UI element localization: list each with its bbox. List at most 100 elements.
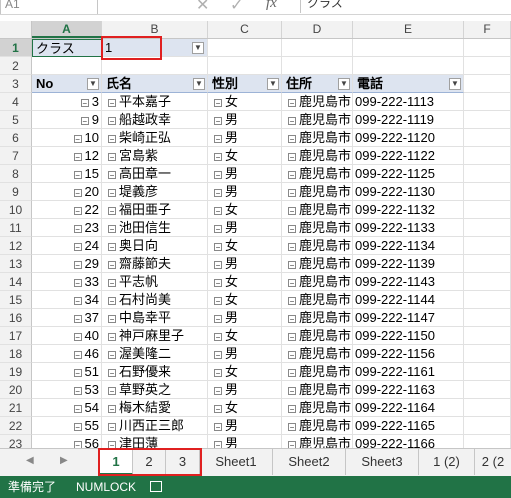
select-all-corner[interactable] xyxy=(0,21,32,38)
record-addr[interactable]: − 鹿児島市 xyxy=(282,309,353,327)
collapse-icon[interactable]: − xyxy=(73,224,82,233)
grid-cell[interactable] xyxy=(32,57,102,75)
record-sex[interactable]: − 女 xyxy=(208,291,282,309)
record-tel[interactable]: 099-222-1163 xyxy=(353,381,464,399)
record-name[interactable]: − 平志帆 xyxy=(102,273,208,291)
collapse-icon[interactable]: − xyxy=(73,260,82,269)
record-no[interactable]: −54 xyxy=(32,399,102,417)
collapse-icon[interactable]: − xyxy=(108,350,116,359)
dropdown-icon[interactable]: ▼ xyxy=(338,78,350,90)
record-name[interactable]: − 平本嘉子 xyxy=(102,93,208,111)
collapse-icon[interactable]: − xyxy=(108,386,116,395)
row-header[interactable]: 19 xyxy=(0,363,32,381)
collapse-icon[interactable]: − xyxy=(288,188,296,197)
row-header[interactable]: 2 xyxy=(0,57,32,75)
record-sex[interactable]: − 女 xyxy=(208,147,282,165)
record-name[interactable]: − 池田信生 xyxy=(102,219,208,237)
dropdown-icon[interactable]: ▼ xyxy=(267,78,279,90)
collapse-icon[interactable]: − xyxy=(214,134,222,143)
record-addr[interactable]: − 鹿児島市 xyxy=(282,219,353,237)
record-name[interactable]: − 渥美隆二 xyxy=(102,345,208,363)
collapse-icon[interactable]: − xyxy=(80,98,89,107)
record-sex[interactable]: − 男 xyxy=(208,345,282,363)
record-sex[interactable]: − 男 xyxy=(208,165,282,183)
collapse-icon[interactable]: − xyxy=(214,296,222,305)
record-addr[interactable]: − 鹿児島市 xyxy=(282,291,353,309)
column-header-a[interactable]: A xyxy=(32,21,102,38)
record-tel[interactable]: 099-222-1139 xyxy=(353,255,464,273)
collapse-icon[interactable]: − xyxy=(73,134,82,143)
record-no[interactable]: −20 xyxy=(32,183,102,201)
record-sex[interactable]: − 女 xyxy=(208,399,282,417)
grid-cell[interactable] xyxy=(464,129,511,147)
row-header[interactable]: 17 xyxy=(0,327,32,345)
grid-cell[interactable] xyxy=(464,219,511,237)
cancel-icon[interactable]: ✕ xyxy=(196,0,209,14)
record-no[interactable]: −53 xyxy=(32,381,102,399)
tab-2-copy[interactable]: 2 (2 xyxy=(475,449,511,475)
collapse-icon[interactable]: − xyxy=(288,116,296,125)
grid-cell[interactable] xyxy=(464,381,511,399)
collapse-icon[interactable]: − xyxy=(108,242,116,251)
record-tel[interactable]: 099-222-1144 xyxy=(353,291,464,309)
collapse-icon[interactable]: − xyxy=(288,134,296,143)
record-name[interactable]: − 齋藤節夫 xyxy=(102,255,208,273)
record-sex[interactable]: − 女 xyxy=(208,363,282,381)
record-addr[interactable]: − 鹿児島市 xyxy=(282,273,353,291)
collapse-icon[interactable]: − xyxy=(288,314,296,323)
record-addr[interactable]: − 鹿児島市 xyxy=(282,111,353,129)
grid-cell[interactable] xyxy=(464,57,511,75)
collapse-icon[interactable]: − xyxy=(288,152,296,161)
collapse-icon[interactable]: − xyxy=(288,296,296,305)
collapse-icon[interactable]: − xyxy=(288,170,296,179)
collapse-icon[interactable]: − xyxy=(214,422,222,431)
dropdown-icon[interactable]: ▼ xyxy=(193,78,205,90)
collapse-icon[interactable]: − xyxy=(73,152,82,161)
record-tel[interactable]: 099-222-1165 xyxy=(353,417,464,435)
collapse-icon[interactable]: − xyxy=(108,368,116,377)
collapse-icon[interactable]: − xyxy=(73,170,82,179)
record-addr[interactable]: − 鹿児島市 xyxy=(282,255,353,273)
record-sex[interactable]: − 男 xyxy=(208,183,282,201)
record-tel[interactable]: 099-222-1122 xyxy=(353,147,464,165)
formula-input[interactable]: クラス xyxy=(300,0,511,13)
row-header[interactable]: 13 xyxy=(0,255,32,273)
record-no[interactable]: −29 xyxy=(32,255,102,273)
record-addr[interactable]: − 鹿児島市 xyxy=(282,129,353,147)
record-tel[interactable]: 099-222-1161 xyxy=(353,363,464,381)
row-header[interactable]: 20 xyxy=(0,381,32,399)
record-addr[interactable]: − 鹿児島市 xyxy=(282,183,353,201)
row-header[interactable]: 15 xyxy=(0,291,32,309)
row-header[interactable]: 7 xyxy=(0,147,32,165)
record-name[interactable]: − 福田亜子 xyxy=(102,201,208,219)
record-name[interactable]: − 柴崎正弘 xyxy=(102,129,208,147)
grid-cell[interactable] xyxy=(464,273,511,291)
record-tel[interactable]: 099-222-1133 xyxy=(353,219,464,237)
collapse-icon[interactable]: − xyxy=(73,206,82,215)
tab-scroll-left-icon[interactable]: ◀ xyxy=(26,455,34,466)
record-name[interactable]: − 中島幸平 xyxy=(102,309,208,327)
filter-icon[interactable]: ▼ xyxy=(192,42,204,54)
grid-cell[interactable] xyxy=(464,75,511,93)
collapse-icon[interactable]: − xyxy=(214,98,222,107)
record-no[interactable]: −12 xyxy=(32,147,102,165)
collapse-icon[interactable]: − xyxy=(214,314,222,323)
record-tel[interactable]: 099-222-1164 xyxy=(353,399,464,417)
grid-cell[interactable] xyxy=(208,57,282,75)
collapse-icon[interactable]: − xyxy=(288,242,296,251)
row-header[interactable]: 3 xyxy=(0,75,32,93)
column-header-c[interactable]: C xyxy=(208,21,282,38)
row-header[interactable]: 5 xyxy=(0,111,32,129)
grid-cell[interactable] xyxy=(464,309,511,327)
collapse-icon[interactable]: − xyxy=(288,332,296,341)
collapse-icon[interactable]: − xyxy=(73,242,82,251)
grid-cell[interactable] xyxy=(464,291,511,309)
record-tel[interactable]: 099-222-1150 xyxy=(353,327,464,345)
record-addr[interactable]: − 鹿児島市 xyxy=(282,399,353,417)
column-header-d[interactable]: D xyxy=(282,21,353,38)
collapse-icon[interactable]: − xyxy=(214,332,222,341)
tab-sheet3[interactable]: Sheet3 xyxy=(346,449,419,475)
collapse-icon[interactable]: − xyxy=(108,422,116,431)
record-no[interactable]: −15 xyxy=(32,165,102,183)
collapse-icon[interactable]: − xyxy=(288,98,296,107)
